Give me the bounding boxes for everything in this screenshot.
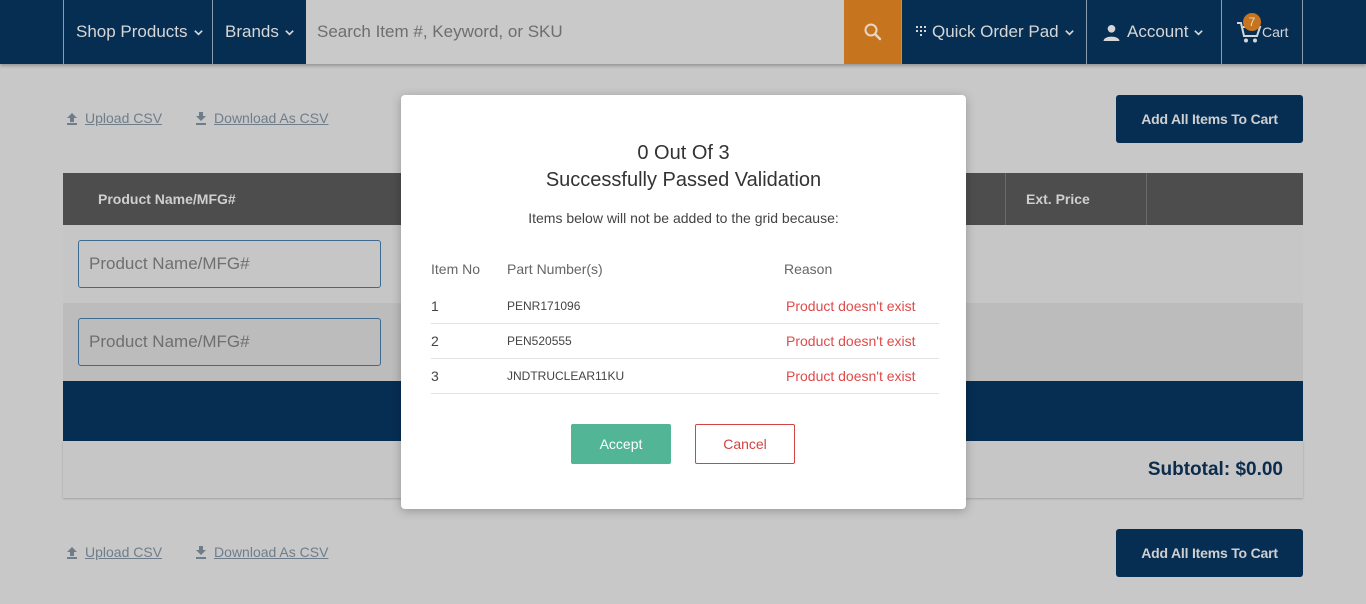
column-divider bbox=[1005, 173, 1006, 225]
column-product-name: Product Name/MFG# bbox=[98, 191, 236, 207]
chevron-down-icon bbox=[285, 29, 294, 36]
shop-products-menu[interactable]: Shop Products bbox=[63, 0, 213, 64]
item-no: 1 bbox=[431, 297, 439, 314]
column-divider bbox=[1146, 173, 1147, 225]
item-no: 3 bbox=[431, 367, 439, 384]
cancel-button[interactable]: Cancel bbox=[695, 424, 795, 464]
upload-csv-link[interactable]: Upload CSV bbox=[66, 544, 162, 560]
search-placeholder: Search Item #, Keyword, or SKU bbox=[317, 22, 563, 41]
user-icon bbox=[1103, 24, 1120, 41]
quick-order-pad-menu[interactable]: Quick Order Pad bbox=[901, 0, 1087, 64]
subtotal-text: Subtotal: $0.00 bbox=[1147, 459, 1283, 480]
modal-title: Successfully Passed Validation bbox=[545, 169, 822, 191]
search-button[interactable] bbox=[844, 0, 901, 64]
upload-icon bbox=[67, 546, 77, 559]
validation-modal: 0 Out Of 3 Successfully Passed Validatio… bbox=[401, 95, 966, 509]
part-number: JNDTRUCLEAR11KU bbox=[507, 368, 625, 383]
download-csv-label: Download As CSV bbox=[214, 110, 329, 126]
upload-csv-label: Upload CSV bbox=[85, 110, 163, 126]
error-reason: Product doesn't exist bbox=[786, 332, 916, 349]
cart-count-badge: 7 bbox=[1243, 13, 1261, 31]
product-name-placeholder: Product Name/MFG# bbox=[89, 254, 250, 273]
quick-order-pad-label: Quick Order Pad bbox=[932, 22, 1059, 41]
download-csv-link[interactable]: Download As CSV bbox=[195, 544, 328, 560]
product-name-input[interactable]: Product Name/MFG# bbox=[78, 240, 381, 288]
keypad-icon bbox=[916, 26, 926, 36]
add-all-items-button[interactable]: Add All Items To Cart bbox=[1116, 95, 1303, 143]
download-csv-label: Download As CSV bbox=[214, 544, 329, 560]
header-reason: Reason bbox=[784, 261, 833, 277]
brands-label: Brands bbox=[225, 22, 279, 41]
product-name-input[interactable]: Product Name/MFG# bbox=[78, 318, 381, 366]
account-menu[interactable]: Account bbox=[1086, 0, 1222, 64]
error-reason: Product doesn't exist bbox=[786, 297, 916, 314]
table-row: 2 PEN520555 Product doesn't exist bbox=[431, 323, 939, 359]
upload-csv-link[interactable]: Upload CSV bbox=[66, 110, 162, 126]
search-icon bbox=[864, 23, 881, 41]
header-item-no: Item No bbox=[431, 261, 481, 277]
accept-button[interactable]: Accept bbox=[571, 424, 671, 464]
header-part-numbers: Part Number(s) bbox=[507, 261, 603, 277]
download-csv-link[interactable]: Download As CSV bbox=[195, 110, 328, 126]
search-input[interactable]: Search Item #, Keyword, or SKU bbox=[306, 0, 844, 64]
chevron-down-icon bbox=[193, 29, 203, 36]
part-number: PEN520555 bbox=[507, 333, 572, 348]
error-reason: Product doesn't exist bbox=[786, 367, 916, 384]
download-icon bbox=[196, 545, 207, 559]
csv-actions-top: Upload CSV Download As CSV bbox=[66, 110, 361, 126]
part-number: PENR171096 bbox=[507, 298, 581, 313]
account-label: Account bbox=[1127, 22, 1189, 41]
table-row: 3 JNDTRUCLEAR11KU Product doesn't exist bbox=[431, 358, 939, 394]
table-row: 1 PENR171096 Product doesn't exist bbox=[431, 288, 939, 324]
chevron-down-icon bbox=[1064, 29, 1074, 36]
chevron-down-icon bbox=[1194, 29, 1204, 36]
modal-title-count: 0 Out Of 3 bbox=[637, 142, 730, 164]
shop-products-label: Shop Products bbox=[76, 22, 188, 41]
upload-csv-label: Upload CSV bbox=[85, 544, 163, 560]
product-name-placeholder: Product Name/MFG# bbox=[89, 332, 250, 351]
top-nav-bar: Shop Products Brands Search Item #, Keyw… bbox=[0, 0, 1366, 64]
csv-actions-bottom: Upload CSV Download As CSV bbox=[66, 544, 361, 560]
download-icon bbox=[196, 111, 207, 125]
item-no: 2 bbox=[431, 332, 439, 349]
brands-menu[interactable]: Brands bbox=[212, 0, 306, 64]
cart-link[interactable]: Cart bbox=[1221, 0, 1303, 64]
column-ext-price: Ext. Price bbox=[1026, 191, 1090, 207]
upload-icon bbox=[67, 112, 77, 125]
add-all-items-button[interactable]: Add All Items To Cart bbox=[1116, 529, 1303, 577]
modal-subtitle: Items below will not be added to the gri… bbox=[528, 210, 839, 226]
cart-label: Cart bbox=[1262, 24, 1289, 40]
